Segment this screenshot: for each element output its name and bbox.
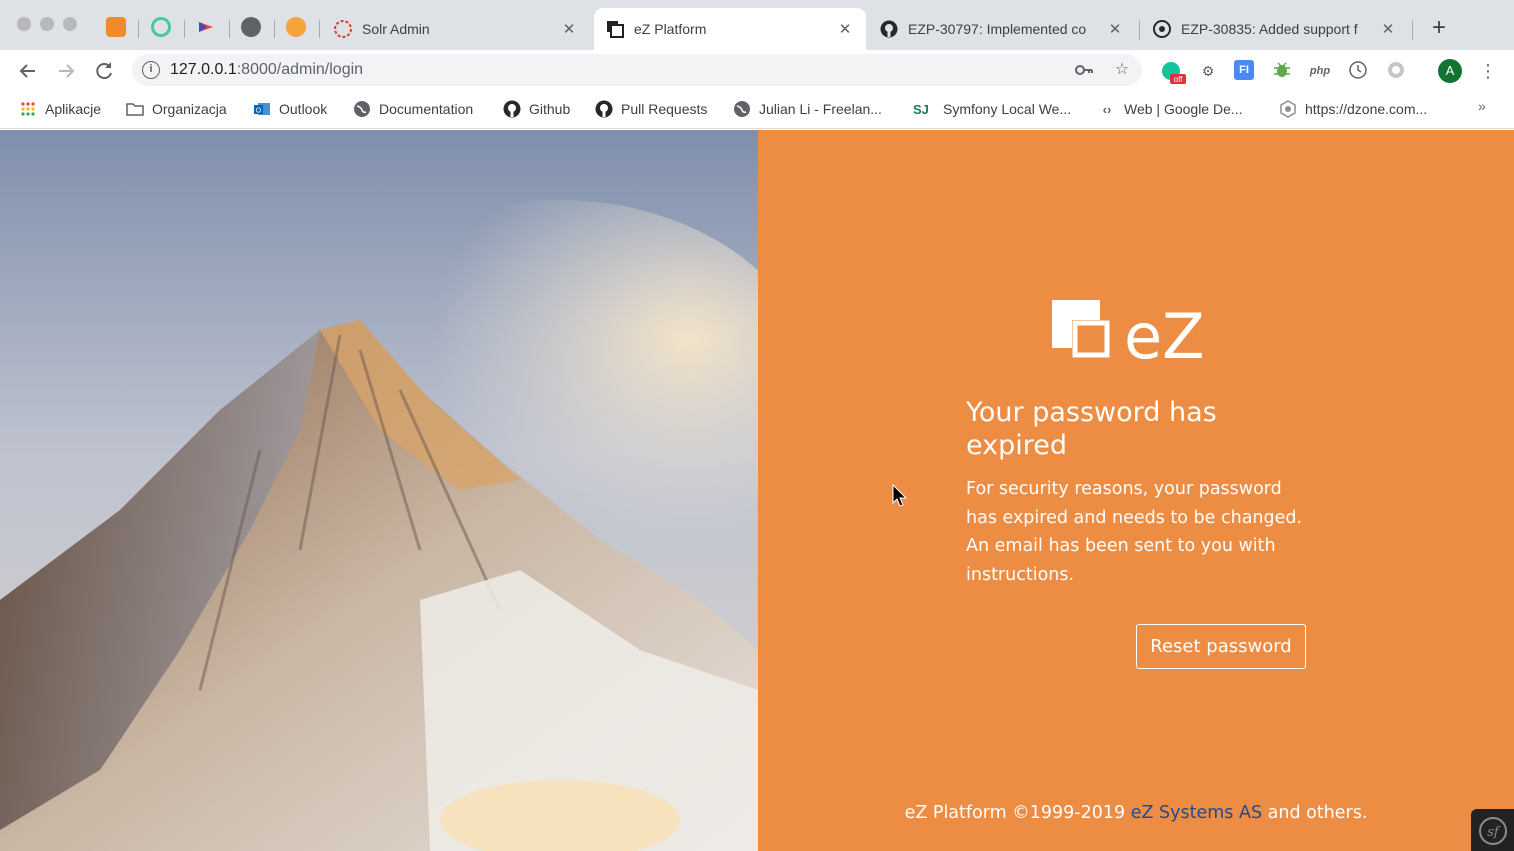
- grammarly-off-icon[interactable]: off: [1160, 60, 1186, 84]
- fi-icon[interactable]: FI: [1234, 60, 1256, 82]
- page-title: Your password has expired: [966, 397, 1217, 461]
- pinned-tab-arrow[interactable]: [196, 17, 216, 37]
- code-icon: ‹›: [1102, 101, 1112, 117]
- pinned-tab-spiral[interactable]: [151, 17, 171, 37]
- tab-close-icon[interactable]: ✕: [836, 20, 854, 38]
- svg-text:SJ: SJ: [913, 102, 929, 116]
- bookmark-outlook[interactable]: O Outlook: [253, 98, 327, 120]
- forward-arrow-icon: [59, 64, 75, 78]
- tab-title: Solr Admin: [362, 21, 430, 37]
- back-arrow-icon: [19, 64, 35, 78]
- globe-icon: [353, 100, 371, 118]
- page-footer: eZ Platform ©1999-2019 eZ Systems AS and…: [904, 803, 1368, 823]
- bookmark-label: Julian Li - Freelan...: [759, 101, 882, 117]
- bookmark-label: Web | Google De...: [1124, 101, 1243, 117]
- tab-solr-admin[interactable]: Solr Admin ✕: [322, 8, 590, 50]
- ez-logo: eZ: [1052, 300, 1205, 364]
- clock-icon[interactable]: [1347, 60, 1369, 82]
- bookmark-pull-requests[interactable]: Pull Requests: [595, 98, 707, 120]
- login-panel: eZ Your password has expired For securit…: [758, 130, 1514, 851]
- symfony-icon: sf: [1479, 817, 1507, 845]
- bookmark-symfony-local[interactable]: SJ Symfony Local We...: [913, 98, 1071, 120]
- expired-message: For security reasons, your password has …: [966, 479, 1303, 585]
- svg-text:eZ: eZ: [1124, 300, 1205, 364]
- url-text[interactable]: 127.0.0.1:8000/admin/login: [170, 61, 363, 79]
- tab-ez-platform[interactable]: eZ Platform ✕: [594, 8, 866, 50]
- bookmark-label: Symfony Local We...: [943, 101, 1072, 117]
- tab-strip: Solr Admin ✕ eZ Platform ✕ EZP-30797: Im…: [0, 0, 1514, 50]
- php-icon[interactable]: php: [1309, 60, 1331, 82]
- bookmark-label: Pull Requests: [621, 101, 708, 117]
- bookmark-label: Github: [529, 101, 571, 117]
- symfony-toolbar-button[interactable]: sf: [1471, 809, 1514, 851]
- window-close-button[interactable]: [17, 17, 31, 31]
- bookmark-web-google[interactable]: ‹› Web | Google De...: [1098, 98, 1243, 120]
- ez-systems-link[interactable]: eZ Systems AS: [1131, 803, 1262, 823]
- bookmarks-overflow-button[interactable]: »: [1478, 98, 1486, 114]
- tab-ezp-30835[interactable]: EZP-30835: Added support f ✕: [1141, 8, 1409, 50]
- pinned-tab-globe[interactable]: [241, 17, 261, 37]
- github-icon: [503, 100, 521, 118]
- bug-icon[interactable]: [1271, 60, 1293, 82]
- dzone-icon: [1279, 100, 1297, 118]
- reset-password-button[interactable]: Reset password: [1136, 624, 1306, 669]
- bookmark-aplikacje[interactable]: Aplikacje: [19, 98, 101, 120]
- github-icon: [880, 20, 898, 38]
- folder-icon: [126, 100, 144, 118]
- back-button[interactable]: [15, 58, 41, 84]
- solr-icon: [334, 20, 352, 38]
- tab-title: EZP-30797: Implemented co: [908, 21, 1087, 37]
- key-icon[interactable]: [1074, 60, 1094, 80]
- bookmarks-bar: Aplikacje Organizacja O Outlook Document…: [0, 90, 1514, 129]
- gear-icon[interactable]: ⚙: [1197, 60, 1219, 82]
- address-bar[interactable]: i 127.0.0.1:8000/admin/login ☆: [132, 54, 1142, 86]
- new-tab-button[interactable]: +: [1427, 14, 1451, 42]
- svg-text:off: off: [1174, 75, 1184, 84]
- ez-platform-icon: [606, 20, 624, 38]
- bookmark-julian-li[interactable]: Julian Li - Freelan...: [733, 98, 882, 120]
- bookmark-documentation[interactable]: Documentation: [353, 98, 473, 120]
- bookmark-label: Documentation: [379, 101, 474, 117]
- mountain-background-image: [0, 130, 758, 851]
- svg-text:sf: sf: [1487, 825, 1501, 840]
- window-zoom-button[interactable]: [63, 17, 77, 31]
- bookmark-label: Aplikacje: [45, 101, 102, 117]
- tab-close-icon[interactable]: ✕: [560, 20, 578, 38]
- tab-ezp-30797[interactable]: EZP-30797: Implemented co ✕: [868, 8, 1136, 50]
- apps-grid-icon: [19, 100, 37, 118]
- bookmark-label: Organizacja: [152, 101, 227, 117]
- bookmark-dzone[interactable]: https://dzone.com...: [1279, 98, 1427, 120]
- tab-title: eZ Platform: [634, 21, 707, 37]
- bookmark-organizacja[interactable]: Organizacja: [126, 98, 227, 120]
- symfony-icon: SJ: [913, 100, 935, 118]
- site-info-icon[interactable]: i: [142, 61, 160, 79]
- tab-title: EZP-30835: Added support f: [1181, 21, 1358, 37]
- github-icon: [1153, 20, 1171, 38]
- shield-icon[interactable]: [1385, 60, 1407, 82]
- arrow-icon: [199, 22, 213, 32]
- window-minimize-button[interactable]: [40, 17, 54, 31]
- globe-icon: [733, 100, 751, 118]
- bookmark-github[interactable]: Github: [503, 98, 570, 120]
- svg-text:O: O: [256, 108, 262, 115]
- reload-button[interactable]: [91, 58, 117, 84]
- outlook-icon: O: [253, 100, 271, 118]
- bookmark-label: Outlook: [279, 101, 328, 117]
- login-page: eZ Your password has expired For securit…: [0, 130, 1514, 851]
- github-icon: [595, 100, 613, 118]
- pinned-tab-flower[interactable]: [286, 17, 306, 37]
- reload-icon: [96, 62, 112, 80]
- bookmark-star-icon[interactable]: ☆: [1112, 60, 1132, 80]
- browser-toolbar: i 127.0.0.1:8000/admin/login ☆ off ⚙ FI …: [0, 50, 1514, 90]
- profile-avatar[interactable]: A: [1438, 59, 1462, 83]
- tab-close-icon[interactable]: ✕: [1106, 20, 1124, 38]
- forward-button[interactable]: [53, 58, 79, 84]
- mouse-cursor-icon: [892, 484, 908, 507]
- pinned-tab-cube[interactable]: [106, 17, 126, 37]
- browser-menu-button[interactable]: ⋮: [1478, 58, 1498, 84]
- bookmark-label: https://dzone.com...: [1305, 101, 1428, 117]
- tab-close-icon[interactable]: ✕: [1379, 20, 1397, 38]
